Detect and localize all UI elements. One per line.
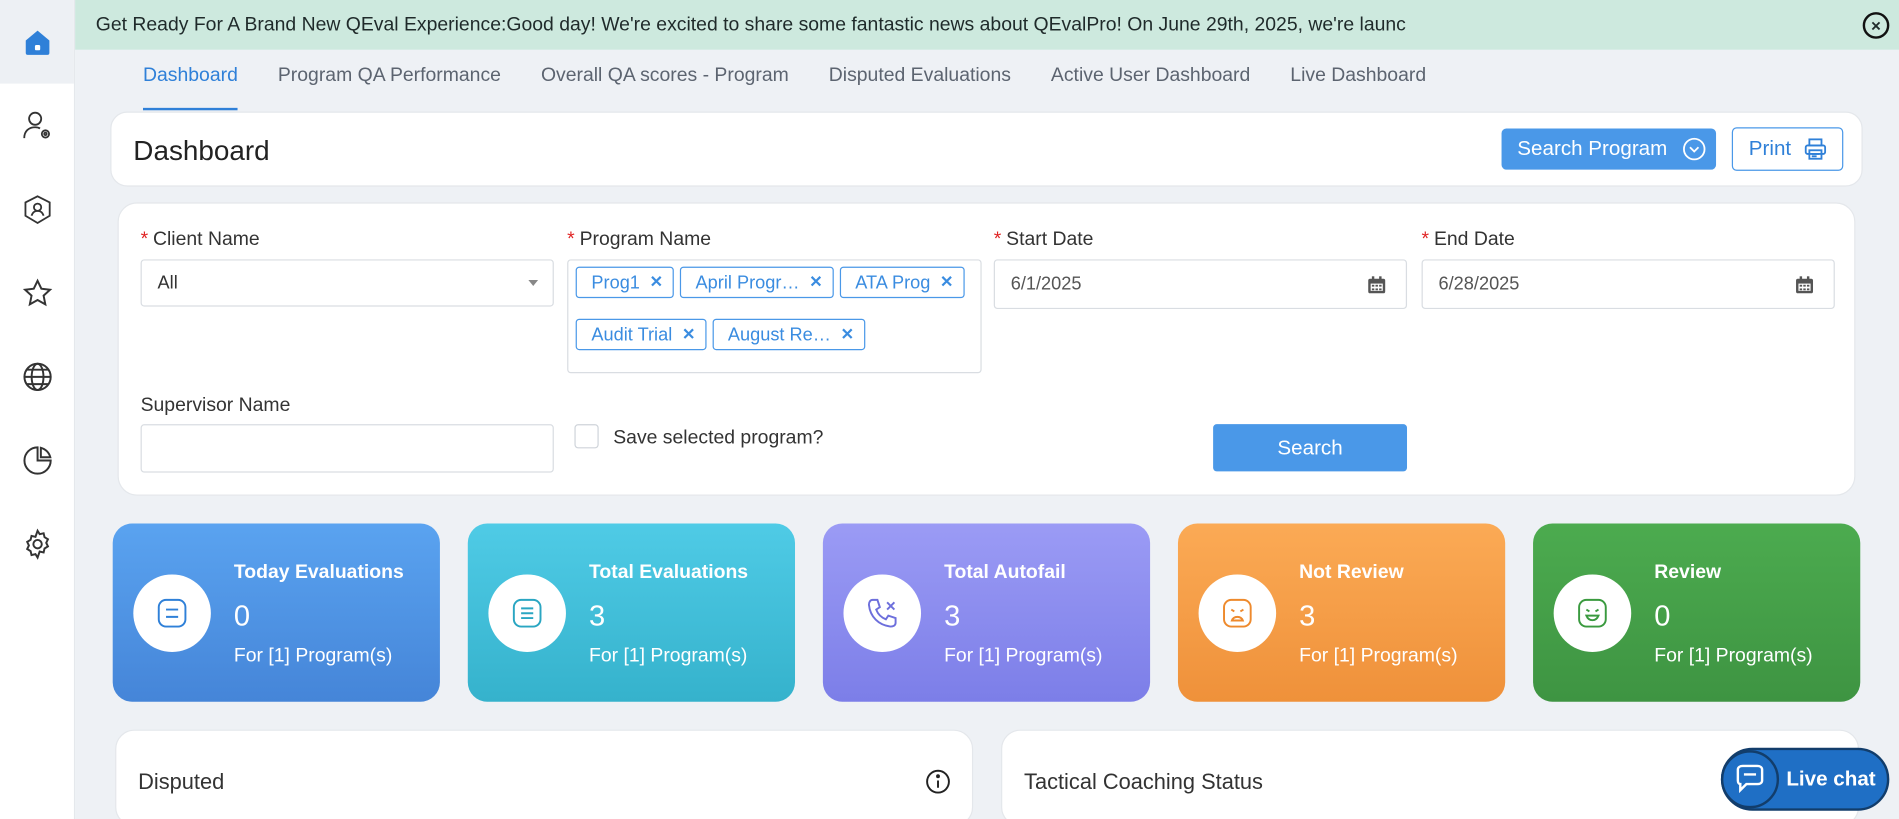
tab-disputed-evaluations[interactable]: Disputed Evaluations	[829, 50, 1011, 111]
search-program-button[interactable]: Search Program	[1501, 128, 1717, 170]
program-chip[interactable]: August Re… ✕	[712, 318, 865, 351]
calendar-icon[interactable]	[1367, 275, 1386, 294]
sidebar-item-security[interactable]	[0, 167, 74, 251]
save-program-label: Save selected program?	[613, 427, 824, 449]
card-icon-circle	[843, 574, 922, 653]
print-label: Print	[1748, 136, 1792, 160]
card-value: 3	[944, 599, 961, 633]
card-subtitle: For [1] Program(s)	[1299, 645, 1458, 667]
chevron-down-circle-icon	[1682, 137, 1706, 161]
start-date-picker[interactable]: 6/1/2025	[993, 259, 1408, 310]
card-value: 0	[1654, 599, 1671, 633]
card-icon-circle	[488, 574, 566, 653]
sidebar-item-users[interactable]	[0, 84, 74, 168]
supervisor-name-input[interactable]	[140, 424, 554, 473]
supervisor-name-label: Supervisor Name	[140, 395, 291, 416]
card-subtitle: For [1] Program(s)	[944, 645, 1103, 667]
banner-text: Get Ready For A Brand New QEval Experien…	[95, 13, 1406, 35]
pie-chart-icon	[22, 445, 52, 475]
card-subtitle: For [1] Program(s)	[588, 645, 748, 667]
card-title: Today Evaluations	[233, 562, 404, 583]
printer-icon	[1804, 138, 1826, 160]
client-name-select[interactable]: All	[140, 259, 554, 307]
tab-program-qa-performance[interactable]: Program QA Performance	[278, 50, 501, 111]
card-icon-circle	[1198, 574, 1277, 653]
client-name-label: * Client Name	[140, 229, 260, 250]
start-date-label: * Start Date	[993, 229, 1094, 250]
card-icon-circle	[1553, 574, 1632, 653]
remove-icon[interactable]: ✕	[650, 273, 663, 292]
sidebar-item-global[interactable]	[0, 334, 74, 418]
star-icon	[22, 277, 52, 306]
remove-icon[interactable]: ✕	[841, 325, 854, 344]
card-value: 3	[1299, 599, 1316, 633]
announcement-banner: Get Ready For A Brand New QEval Experien…	[75, 0, 1899, 50]
card-subtitle: For [1] Program(s)	[233, 645, 393, 667]
page-title: Dashboard	[133, 134, 270, 167]
remove-icon[interactable]: ✕	[809, 273, 822, 292]
tab-bar: Dashboard Program QA Performance Overall…	[143, 50, 1466, 111]
end-date-picker[interactable]: 6/28/2025	[1421, 259, 1835, 310]
card-title: Not Review	[1299, 562, 1404, 583]
tab-dashboard[interactable]: Dashboard	[143, 50, 238, 111]
program-chip[interactable]: Prog1 ✕	[575, 266, 674, 299]
tactical-coaching-title: Tactical Coaching Status	[1024, 769, 1263, 794]
save-program-checkbox[interactable]	[574, 424, 599, 449]
disputed-panel: Disputed	[115, 729, 974, 819]
sidebar-item-reports[interactable]	[0, 418, 74, 502]
card-title: Review	[1654, 562, 1722, 583]
tab-active-user-dashboard[interactable]: Active User Dashboard	[1051, 50, 1250, 111]
card-subtitle: For [1] Program(s)	[1654, 645, 1813, 667]
home-icon	[25, 29, 49, 55]
program-chip[interactable]: ATA Prog ✕	[839, 266, 965, 299]
search-program-label: Search Program	[1517, 136, 1668, 160]
live-chat-label: Live chat	[1786, 767, 1876, 791]
stat-card-total-evaluations[interactable]: Total Evaluations 3 For [1] Program(s)	[467, 523, 796, 702]
program-name-label: * Program Name	[567, 229, 712, 250]
program-chip[interactable]: Audit Trial ✕	[575, 318, 707, 351]
search-button[interactable]: Search	[1213, 424, 1408, 472]
filter-panel: * Client Name All * Program Name Prog1 ✕ Ap…	[117, 202, 1856, 496]
sidebar-item-settings[interactable]	[0, 502, 74, 586]
list-icon	[157, 598, 187, 628]
globe-icon	[22, 362, 52, 391]
sidebar	[0, 0, 76, 819]
tab-overall-qa-scores[interactable]: Overall QA scores - Program	[541, 50, 789, 111]
stat-card-total-autofail[interactable]: Total Autofail 3 For [1] Program(s)	[822, 523, 1151, 702]
card-value: 0	[233, 599, 251, 633]
program-name-multiselect[interactable]: Prog1 ✕ April Progr… ✕ ATA Prog ✕ Audit Tri…	[567, 259, 982, 374]
program-chip[interactable]: April Progr… ✕	[679, 266, 834, 299]
info-icon[interactable]	[925, 768, 952, 795]
disputed-title: Disputed	[138, 769, 225, 794]
card-icon-circle	[133, 574, 211, 653]
sidebar-item-favorites[interactable]	[0, 251, 74, 335]
remove-icon[interactable]: ✕	[682, 325, 695, 344]
card-title: Total Autofail	[944, 562, 1066, 583]
stat-card-review[interactable]: Review 0 For [1] Program(s)	[1533, 523, 1861, 702]
page-header: Dashboard Search Program Print	[110, 111, 1863, 187]
list-icon	[512, 598, 542, 628]
calendar-icon[interactable]	[1795, 275, 1814, 294]
user-settings-icon	[22, 111, 50, 138]
close-icon[interactable]: ×	[1862, 12, 1890, 39]
end-date-label: * End Date	[1421, 229, 1515, 250]
card-title: Total Evaluations	[588, 562, 749, 583]
sidebar-item-home[interactable]	[0, 0, 74, 84]
happy-face-icon	[1578, 598, 1607, 628]
phone-x-icon	[867, 598, 897, 628]
tab-live-dashboard[interactable]: Live Dashboard	[1290, 50, 1426, 111]
stat-card-not-review[interactable]: Not Review 3 For [1] Program(s)	[1177, 523, 1506, 702]
caret-down-icon	[528, 279, 539, 287]
card-value: 3	[588, 599, 606, 633]
gear-icon	[25, 527, 49, 560]
stat-card-today-evaluations[interactable]: Today Evaluations 0 For [1] Program(s)	[112, 523, 440, 702]
print-button[interactable]: Print	[1731, 127, 1844, 171]
live-chat-button[interactable]: Live chat	[1720, 747, 1890, 811]
shield-icon	[23, 194, 50, 224]
chat-bubble-icon	[1720, 750, 1780, 809]
sad-face-icon	[1223, 598, 1252, 628]
remove-icon[interactable]: ✕	[940, 273, 953, 292]
